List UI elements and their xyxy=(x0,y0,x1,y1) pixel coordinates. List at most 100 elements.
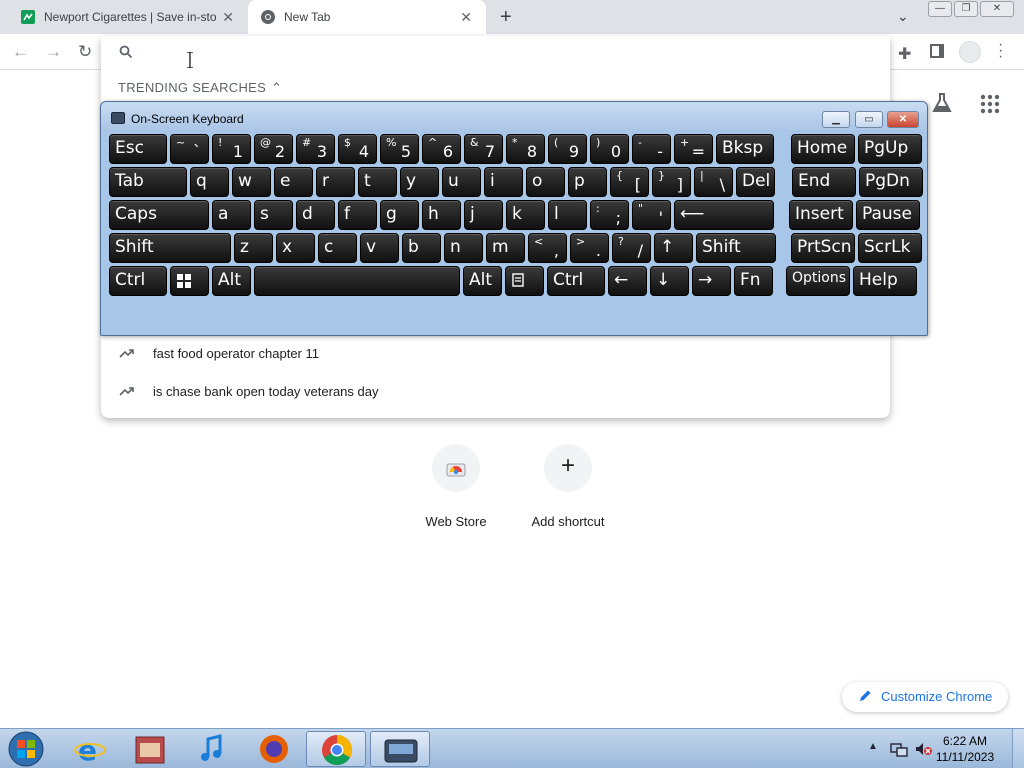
key-char[interactable]: :; xyxy=(590,200,629,230)
key-x[interactable]: x xyxy=(276,233,315,263)
customize-chrome-button[interactable]: Customize Chrome xyxy=(842,682,1008,712)
key-char[interactable]: ? / xyxy=(612,233,651,263)
key-caps[interactable]: Caps xyxy=(109,200,209,230)
key-pgdn[interactable]: PgDn xyxy=(859,167,923,197)
forward-icon[interactable]: → xyxy=(45,42,62,62)
start-orb-icon[interactable] xyxy=(6,730,46,768)
close-tab-icon[interactable]: ✕ xyxy=(460,9,472,26)
osk-minimize-icon[interactable]: ▁ xyxy=(822,111,850,128)
reload-icon[interactable]: ↻ xyxy=(78,42,92,62)
key-f[interactable]: f xyxy=(338,200,377,230)
key-bksp[interactable]: Bksp xyxy=(716,134,774,164)
network-icon[interactable] xyxy=(890,741,908,757)
key--[interactable]: ↑ xyxy=(654,233,693,263)
chrome-menu-icon[interactable]: · · · xyxy=(998,37,1004,65)
key-i[interactable]: i xyxy=(484,167,523,197)
back-icon[interactable]: ← xyxy=(12,42,29,62)
side-panel-icon[interactable] xyxy=(930,44,944,58)
suggestion-item[interactable]: fast food operator chapter 11 xyxy=(101,336,890,370)
key-s[interactable]: s xyxy=(254,200,293,230)
key-l[interactable]: l xyxy=(548,200,587,230)
key-pause[interactable]: Pause xyxy=(856,200,920,230)
close-window-icon[interactable]: ✕ xyxy=(980,1,1014,17)
key-char[interactable]: #3 xyxy=(296,134,335,164)
extensions-puzzle-icon[interactable]: ✚ xyxy=(898,44,911,64)
key-tab[interactable]: Tab xyxy=(109,167,187,197)
key-ctrl[interactable]: Ctrl xyxy=(109,266,167,296)
key-g[interactable]: g xyxy=(380,200,419,230)
show-desktop-button[interactable] xyxy=(1012,729,1024,768)
key-t[interactable]: t xyxy=(358,167,397,197)
key-alt[interactable]: Alt xyxy=(212,266,251,296)
key-r[interactable]: r xyxy=(316,167,355,197)
key-j[interactable]: j xyxy=(464,200,503,230)
key-options[interactable]: Options xyxy=(786,266,850,296)
key-y[interactable]: y xyxy=(400,167,439,197)
key-end[interactable]: End xyxy=(792,167,856,197)
key-del[interactable]: Del xyxy=(736,167,775,197)
key-char[interactable]: }] xyxy=(652,167,691,197)
key-context-menu[interactable] xyxy=(505,266,544,296)
system-clock[interactable]: 6:22 AM 11/11/2023 xyxy=(935,733,995,765)
key-v[interactable]: v xyxy=(360,233,399,263)
key-n[interactable]: n xyxy=(444,233,483,263)
key-u[interactable]: u xyxy=(442,167,481,197)
key-shift[interactable]: Shift xyxy=(109,233,231,263)
key-scrlk[interactable]: ScrLk xyxy=(858,233,922,263)
key-q[interactable]: q xyxy=(190,167,229,197)
key-fn[interactable]: Fn xyxy=(734,266,773,296)
key-b[interactable]: b xyxy=(402,233,441,263)
osk-title-bar[interactable]: On-Screen Keyboard ▁ ▭ ✕ xyxy=(101,102,927,132)
key-char[interactable]: (9 xyxy=(548,134,587,164)
key-char[interactable]: {[ xyxy=(610,167,649,197)
key-c[interactable]: c xyxy=(318,233,357,263)
minimize-window-icon[interactable]: — xyxy=(928,1,952,17)
taskbar-firefox[interactable] xyxy=(244,731,304,767)
key-insert[interactable]: Insert xyxy=(789,200,853,230)
key-w[interactable]: w xyxy=(232,167,271,197)
osk-maximize-icon[interactable]: ▭ xyxy=(855,111,883,128)
key-shift[interactable]: Shift xyxy=(696,233,776,263)
key-esc[interactable]: Esc xyxy=(109,134,167,164)
key-char[interactable]: * 8 xyxy=(506,134,545,164)
key-e[interactable]: e xyxy=(274,167,313,197)
key-char[interactable]: @2 xyxy=(254,134,293,164)
tray-expand-icon[interactable]: ▲ xyxy=(868,741,878,752)
suggestion-item[interactable]: is chase bank open today veterans day xyxy=(101,374,890,408)
taskbar-on-screen-keyboard[interactable] xyxy=(370,731,430,767)
volume-muted-icon[interactable] xyxy=(914,741,932,757)
taskbar-internet-explorer[interactable]: e xyxy=(60,731,120,767)
key--[interactable]: ↓ xyxy=(650,266,689,296)
taskbar-chrome[interactable] xyxy=(306,731,366,767)
shortcut-add[interactable]: + Add shortcut xyxy=(512,444,624,529)
shortcut-web-store[interactable]: Web Store xyxy=(400,444,512,529)
close-tab-icon[interactable]: ✕ xyxy=(222,9,234,26)
key--[interactable]: ← xyxy=(608,266,647,296)
taskbar-media-center[interactable] xyxy=(120,731,180,767)
key-char[interactable]: >. xyxy=(570,233,609,263)
key-a[interactable]: a xyxy=(212,200,251,230)
key-pgup[interactable]: PgUp xyxy=(858,134,922,164)
key-m[interactable]: m xyxy=(486,233,525,263)
key-help[interactable]: Help xyxy=(853,266,917,296)
omnibox-input[interactable] xyxy=(145,42,845,64)
key-char[interactable]: ! 1 xyxy=(212,134,251,164)
key-char[interactable]: ) 0 xyxy=(590,134,629,164)
profile-avatar[interactable] xyxy=(959,41,981,63)
chrome-labs-flask-icon[interactable] xyxy=(932,92,952,114)
key-char[interactable]: $4 xyxy=(338,134,377,164)
tab-new-tab[interactable]: New Tab ✕ xyxy=(248,0,486,34)
key--[interactable]: → xyxy=(692,266,731,296)
google-apps-grid-icon[interactable] xyxy=(980,94,1000,114)
key-windows[interactable] xyxy=(170,266,209,296)
key-h[interactable]: h xyxy=(422,200,461,230)
restore-window-icon[interactable]: ❐ xyxy=(954,1,978,17)
key-p[interactable]: p xyxy=(568,167,607,197)
key-alt[interactable]: Alt xyxy=(463,266,502,296)
collapse-chevron-up-icon[interactable]: ⌃ xyxy=(271,80,282,96)
tab-newport[interactable]: Newport Cigarettes | Save in-sto ✕ xyxy=(8,0,248,34)
key-d[interactable]: d xyxy=(296,200,335,230)
key-char[interactable]: ^ 6 xyxy=(422,134,461,164)
key-backslash[interactable]: | \ xyxy=(694,167,733,197)
osk-close-icon[interactable]: ✕ xyxy=(887,111,919,128)
